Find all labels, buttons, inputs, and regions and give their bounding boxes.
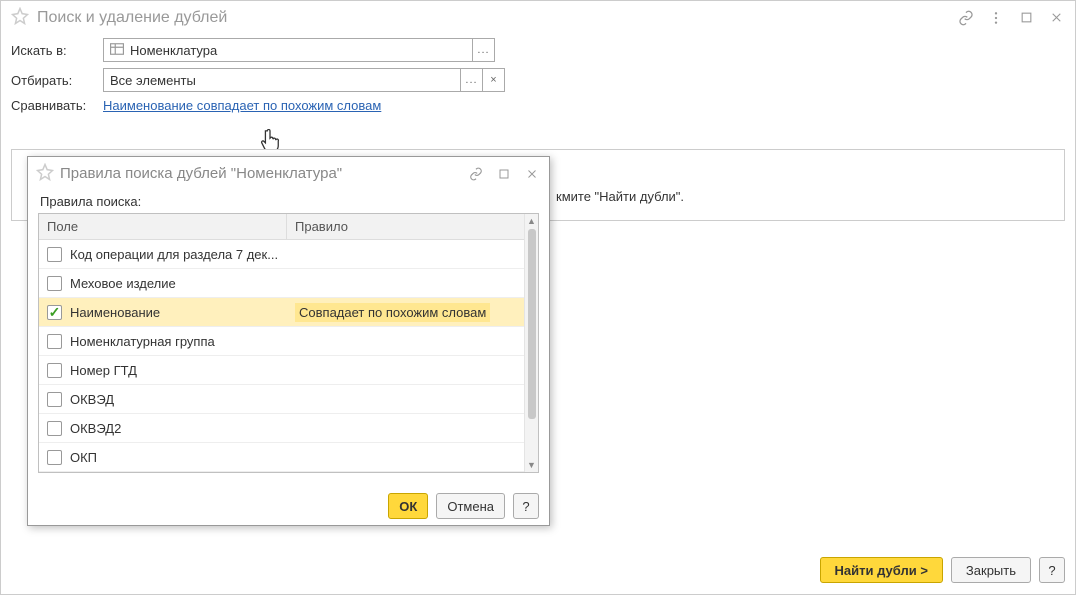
table-row[interactable]: ОКП: [39, 443, 524, 472]
search-in-value: Номенклатура: [130, 43, 217, 58]
table-row[interactable]: Номенклатурная группа: [39, 327, 524, 356]
scroll-down-icon[interactable]: ▼: [525, 458, 538, 472]
row-field-label: ОКВЭД: [70, 392, 114, 407]
search-in-field[interactable]: Номенклатура: [103, 38, 473, 62]
ok-button[interactable]: ОК: [388, 493, 428, 519]
column-header-rule[interactable]: Правило: [287, 214, 524, 239]
table-row[interactable]: ОКВЭД2: [39, 414, 524, 443]
hint-text: кмите "Найти дубли".: [556, 189, 684, 204]
row-checkbox[interactable]: [47, 450, 62, 465]
row-checkbox[interactable]: [47, 276, 62, 291]
row-field-label: ОКВЭД2: [70, 421, 121, 436]
table-icon: [110, 43, 124, 58]
filter-ellipsis-button[interactable]: ...: [461, 68, 483, 92]
table-row[interactable]: Меховое изделие: [39, 269, 524, 298]
titlebar-controls: [957, 9, 1065, 27]
scroll-thumb[interactable]: [528, 229, 536, 419]
search-in-ellipsis-button[interactable]: ...: [473, 38, 495, 62]
row-field-label: Код операции для раздела 7 дек...: [70, 247, 278, 262]
cancel-button[interactable]: Отмена: [436, 493, 505, 519]
search-in-label: Искать в:: [11, 43, 103, 58]
compare-label: Сравнивать:: [11, 98, 103, 113]
table-row[interactable]: ОКВЭД: [39, 385, 524, 414]
filter-value: Все элементы: [110, 73, 196, 88]
compare-link[interactable]: Наименование совпадает по похожим словам: [103, 98, 381, 113]
row-checkbox[interactable]: [47, 421, 62, 436]
maximize-icon[interactable]: [1017, 9, 1035, 27]
scroll-up-icon[interactable]: ▲: [525, 214, 538, 228]
modal-titlebar: Правила поиска дублей "Номенклатура": [28, 157, 549, 190]
row-checkbox[interactable]: [47, 363, 62, 378]
row-checkbox[interactable]: [47, 392, 62, 407]
find-duplicates-button[interactable]: Найти дубли >: [820, 557, 943, 583]
form-area: Искать в: Номенклатура ... Отбирать: Все…: [1, 34, 1075, 129]
row-field-label: Номер ГТД: [70, 363, 137, 378]
table-row[interactable]: ✓ Наименование Совпадает по похожим словам: [39, 298, 524, 327]
row-field-label: Номенклатурная группа: [70, 334, 215, 349]
table-row[interactable]: Номер ГТД: [39, 356, 524, 385]
column-header-field[interactable]: Поле: [39, 214, 287, 239]
table-row[interactable]: Код операции для раздела 7 дек...: [39, 240, 524, 269]
scrollbar[interactable]: ▲ ▼: [524, 214, 538, 472]
window-title: Поиск и удаление дублей: [37, 9, 957, 27]
link-icon[interactable]: [467, 165, 485, 183]
link-icon[interactable]: [957, 9, 975, 27]
row-checkbox[interactable]: ✓: [47, 305, 62, 320]
filter-clear-button[interactable]: ×: [483, 68, 505, 92]
close-button[interactable]: Закрыть: [951, 557, 1031, 583]
close-icon[interactable]: [523, 165, 541, 183]
row-field-label: Меховое изделие: [70, 276, 176, 291]
close-icon[interactable]: [1047, 9, 1065, 27]
row-field-label: ОКП: [70, 450, 97, 465]
help-button[interactable]: ?: [1039, 557, 1065, 583]
star-icon[interactable]: [36, 163, 54, 184]
menu-dots-icon[interactable]: [987, 9, 1005, 27]
main-window: Поиск и удаление дублей Искать в:: [0, 0, 1076, 595]
row-field-label: Наименование: [70, 305, 160, 320]
filter-label: Отбирать:: [11, 73, 103, 88]
rules-label: Правила поиска:: [40, 194, 537, 209]
help-button[interactable]: ?: [513, 493, 539, 519]
row-rule-label: Совпадает по похожим словам: [295, 303, 490, 322]
row-checkbox[interactable]: [47, 334, 62, 349]
filter-field[interactable]: Все элементы: [103, 68, 461, 92]
rules-table: Поле Правило Код операции для раздела 7 …: [38, 213, 539, 473]
rules-modal: Правила поиска дублей "Номенклатура" Пра…: [27, 156, 550, 526]
maximize-icon[interactable]: [495, 165, 513, 183]
modal-title: Правила поиска дублей "Номенклатура": [60, 165, 467, 182]
star-icon[interactable]: [11, 7, 29, 28]
bottom-bar: Найти дубли > Закрыть ?: [1, 546, 1075, 594]
row-checkbox[interactable]: [47, 247, 62, 262]
main-titlebar: Поиск и удаление дублей: [1, 1, 1075, 34]
